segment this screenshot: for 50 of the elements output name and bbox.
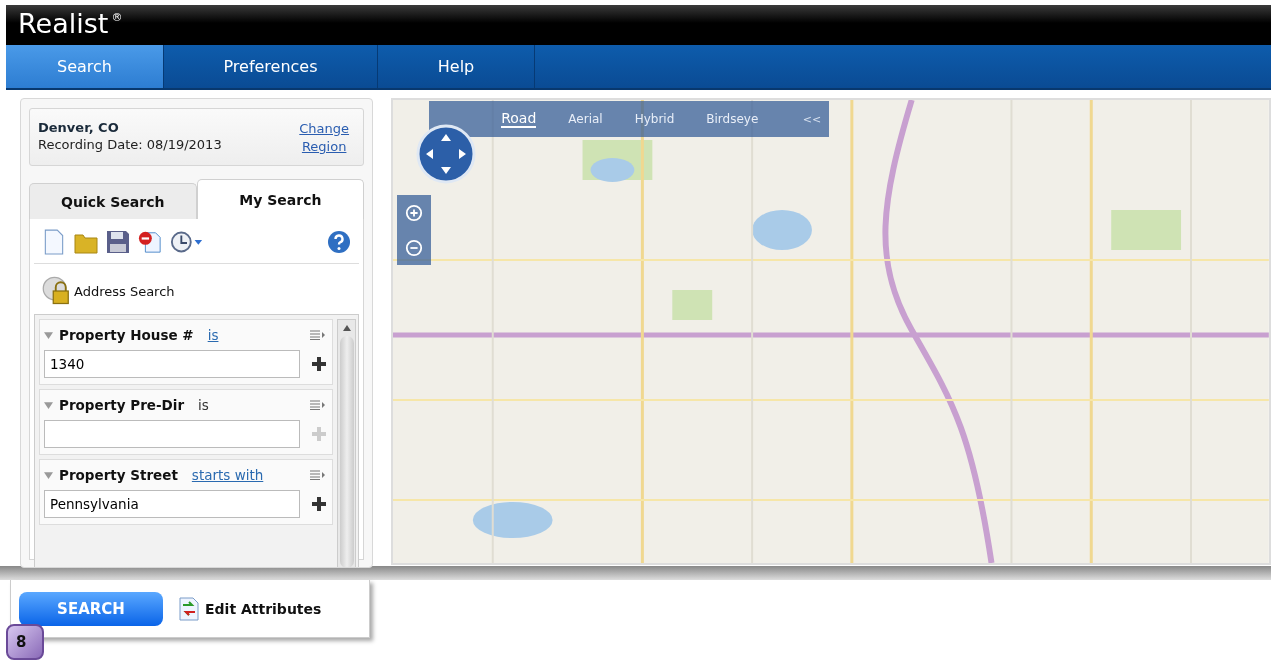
app-logo: Realist — [18, 7, 109, 41]
menu-icon[interactable] — [310, 470, 326, 480]
map-view-option[interactable]: Road — [501, 110, 537, 128]
step-badge: 8 — [6, 624, 44, 660]
delete-document-icon[interactable] — [138, 229, 162, 255]
search-tab[interactable]: My Search — [196, 179, 365, 219]
help-icon[interactable] — [327, 229, 352, 255]
add-icon[interactable] — [312, 497, 326, 511]
map-view[interactable]: Road Aerial Hybrid Birdseye << — [391, 98, 1271, 565]
save-icon[interactable] — [106, 229, 130, 255]
criterion-label: Property Street — [59, 467, 178, 483]
pan-control-icon[interactable] — [416, 124, 477, 184]
menu-icon[interactable] — [310, 400, 326, 410]
map-view-option[interactable]: Hybrid — [634, 112, 675, 126]
collapse-button[interactable]: << — [802, 112, 822, 126]
map-view-option[interactable]: Aerial — [568, 112, 603, 126]
region-name: Denver, CO — [38, 120, 120, 135]
locked-field-icon — [42, 276, 72, 306]
nav-tab[interactable]: Search — [6, 45, 164, 88]
address-search-label[interactable]: Address Search — [74, 283, 175, 299]
collapse-icon[interactable] — [44, 401, 53, 409]
criterion-label: Property House # — [59, 327, 194, 343]
recording-date: Recording Date: 08/19/2013 — [38, 137, 222, 152]
change-region-link[interactable]: Change Region — [293, 120, 356, 156]
nav-tab[interactable]: Preferences — [164, 45, 378, 88]
zoom-in-icon[interactable] — [405, 203, 424, 222]
scroll-up-icon[interactable] — [341, 324, 352, 332]
map-view-option[interactable]: Birdseye — [706, 112, 759, 126]
add-icon[interactable] — [312, 357, 326, 371]
operator-link[interactable]: is — [207, 327, 219, 343]
collapse-icon[interactable] — [44, 471, 53, 479]
criterion-input[interactable]: Pennsylvania — [44, 490, 300, 518]
search-tab[interactable]: Quick Search — [29, 183, 197, 219]
criterion-input[interactable] — [44, 420, 300, 448]
swap-arrows-icon[interactable] — [179, 595, 199, 622]
zoom-out-icon[interactable] — [405, 238, 424, 257]
criterion-label: Property Pre-Dir — [59, 397, 185, 413]
criterion-input[interactable]: 1340 — [44, 350, 300, 378]
search-button[interactable]: SEARCH — [19, 591, 163, 626]
menu-icon[interactable] — [310, 330, 326, 340]
collapse-icon[interactable] — [44, 331, 53, 339]
new-document-icon[interactable] — [42, 229, 66, 255]
nav-tab[interactable]: Help — [378, 45, 535, 88]
history-icon[interactable] — [170, 229, 204, 255]
operator-link[interactable]: starts with — [191, 467, 264, 483]
scroll-thumb[interactable] — [339, 336, 354, 567]
operator-label: is — [198, 397, 209, 413]
scrollbar[interactable] — [337, 319, 357, 567]
registered-mark: ® — [111, 11, 123, 24]
edit-attributes-link[interactable]: Edit Attributes — [205, 600, 322, 617]
